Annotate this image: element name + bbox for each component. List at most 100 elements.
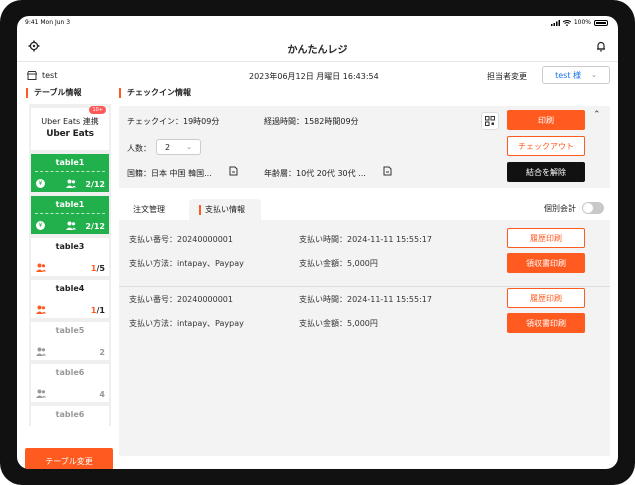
table-card[interactable]: table1 ¥ 2/12 [31, 154, 109, 192]
status-time: 9:41 Mon Jun 3 [25, 19, 71, 26]
status-icons: 100% [550, 19, 608, 26]
table-capacity: 4 [99, 390, 105, 399]
staff-select[interactable]: test 様 ⌄ [542, 66, 610, 84]
table-name: table4 [55, 284, 85, 293]
payment-time: 支払い時間：2024-11-11 15:55:17 [299, 235, 432, 244]
table-info-title: テーブル情報 [26, 88, 115, 98]
table-card[interactable]: table3 1/5 [31, 238, 109, 276]
receipt-print-button[interactable]: 領収書印刷 [507, 313, 585, 333]
chevron-up-icon[interactable]: ⌃ [593, 110, 601, 120]
individual-payment-label: 個別会計 [544, 203, 576, 213]
edit-icon[interactable] [383, 166, 392, 176]
table-card[interactable]: table6 [31, 406, 109, 426]
individual-payment-toggle[interactable]: 個別会計 [544, 202, 604, 214]
main-panel: チェックイン情報 チェックイン：19時09分 経過時間：1582時間09分 印刷… [119, 88, 614, 463]
print-button[interactable]: 印刷 [507, 110, 585, 130]
people-icon [66, 179, 76, 188]
unmerge-button[interactable]: 結合を解除 [507, 162, 585, 182]
table-occupancy: 2/12 [85, 222, 105, 231]
store-name: test [42, 71, 58, 80]
people-icon [36, 263, 46, 272]
table-card[interactable]: table1 ¥ 2/12 [31, 196, 109, 234]
divider [35, 213, 105, 214]
table-occupancy: 2/12 [85, 180, 105, 189]
history-print-button[interactable]: 履歴印刷 [507, 288, 585, 308]
age-info: 年齢層：10代 20代 30代 ... [264, 169, 366, 178]
app-title: かんたんレジ [287, 45, 348, 56]
staff-value: test 様 [555, 70, 582, 80]
qr-code-button[interactable] [481, 112, 499, 130]
people-select[interactable]: 2 ⌄ [156, 139, 201, 155]
payment-item: 支払い番号：20240000001 支払い時間：2024-11-11 15:55… [119, 226, 610, 286]
toggle-switch[interactable] [582, 202, 604, 214]
payment-amount: 支払い金額：5,000円 [299, 259, 378, 268]
wifi-icon [562, 19, 571, 26]
store-icon [27, 71, 37, 80]
qr-icon [485, 116, 495, 126]
table-name: table5 [55, 326, 85, 335]
payment-list: 支払い番号：20240000001 支払い時間：2024-11-11 15:55… [119, 220, 610, 456]
people-icon [36, 389, 46, 398]
payment-amount: 支払い金額：5,000円 [299, 319, 378, 328]
nationality-info: 国籍：日本 中国 韓国... [127, 169, 212, 178]
payment-number: 支払い番号：20240000001 [129, 295, 233, 304]
tab-payment-label: 支払い情報 [205, 205, 245, 214]
checkout-button[interactable]: チェックアウト [507, 136, 585, 156]
table-capacity: 2 [99, 348, 105, 357]
change-table-button[interactable]: テーブル変更 [25, 448, 113, 469]
history-print-button[interactable]: 履歴印刷 [507, 228, 585, 248]
table-sidebar: テーブル情報 Uber Eats 連携 Uber Eats 10+ table1… [25, 88, 115, 469]
status-bar: 9:41 Mon Jun 3 100% [17, 16, 618, 30]
people-icon [36, 347, 46, 356]
tab-bar: 注文管理 支払い情報 個別会計 [119, 196, 610, 220]
chevron-down-icon: ⌄ [591, 71, 597, 79]
store-info: test [27, 71, 57, 80]
payment-item: 支払い番号：20240000001 支払い時間：2024-11-11 15:55… [119, 286, 610, 346]
current-datetime: 2023年06月12日 月曜日 16:43:54 [249, 72, 379, 81]
table-occupancy: 1/1 [90, 306, 105, 315]
tablet-frame: 9:41 Mon Jun 3 100% かんたんレジ test 2023年06月 [0, 0, 635, 485]
battery-icon [594, 19, 608, 26]
app-screen: 9:41 Mon Jun 3 100% かんたんレジ test 2023年06月 [17, 16, 618, 469]
table-name: table1 [55, 158, 85, 167]
table-card[interactable]: table4 1/1 [31, 280, 109, 318]
table-list[interactable]: Uber Eats 連携 Uber Eats 10+ table1 ¥ 2/12… [29, 104, 111, 426]
table-occupancy: 1/5 [90, 264, 105, 273]
table-name: table3 [55, 242, 85, 251]
table-name: table6 [55, 410, 85, 419]
payment-time: 支払い時間：2024-11-11 15:55:17 [299, 295, 432, 304]
payment-number: 支払い番号：20240000001 [129, 235, 233, 244]
payment-method: 支払い方法：intapay、Paypay [129, 259, 244, 268]
uber-eats-card[interactable]: Uber Eats 連携 Uber Eats 10+ [31, 106, 109, 150]
people-value: 2 [165, 142, 171, 152]
elapsed-time: 経過時間：1582時間09分 [264, 117, 359, 126]
staff-change-label: 担当者変更 [487, 72, 527, 81]
table-name: table6 [55, 368, 85, 377]
checkin-time: チェックイン：19時09分 [127, 117, 220, 126]
receipt-print-button[interactable]: 領収書印刷 [507, 253, 585, 273]
battery-percent: 100% [573, 19, 591, 26]
active-tab-marker [199, 204, 201, 215]
info-row: test 2023年06月12日 月曜日 16:43:54 担当者変更 test… [17, 66, 618, 86]
uber-badge: 10+ [89, 106, 106, 114]
bell-icon[interactable] [594, 39, 608, 53]
table-card[interactable]: table6 4 [31, 364, 109, 402]
payment-method: 支払い方法：intapay、Paypay [129, 319, 244, 328]
chevron-down-icon: ⌄ [186, 143, 192, 151]
yen-icon: ¥ [36, 179, 45, 188]
uber-eats-logo: Uber Eats [46, 129, 94, 139]
people-label: 人数： [127, 144, 151, 153]
people-icon [36, 305, 46, 314]
checkin-panel: チェックイン：19時09分 経過時間：1582時間09分 印刷 ⌃ 人数： 2 … [119, 106, 610, 188]
table-card[interactable]: table5 2 [31, 322, 109, 360]
yen-icon: ¥ [36, 221, 45, 230]
tab-order-management[interactable]: 注文管理 [133, 199, 165, 220]
divider [35, 171, 105, 172]
edit-icon[interactable] [229, 166, 238, 176]
checkin-title: チェックイン情報 [119, 88, 614, 98]
app-header: かんたんレジ [17, 32, 618, 62]
signal-icon [550, 19, 560, 26]
people-icon [66, 221, 76, 230]
tab-payment-info[interactable]: 支払い情報 [189, 199, 261, 220]
table-name: table1 [55, 200, 85, 209]
